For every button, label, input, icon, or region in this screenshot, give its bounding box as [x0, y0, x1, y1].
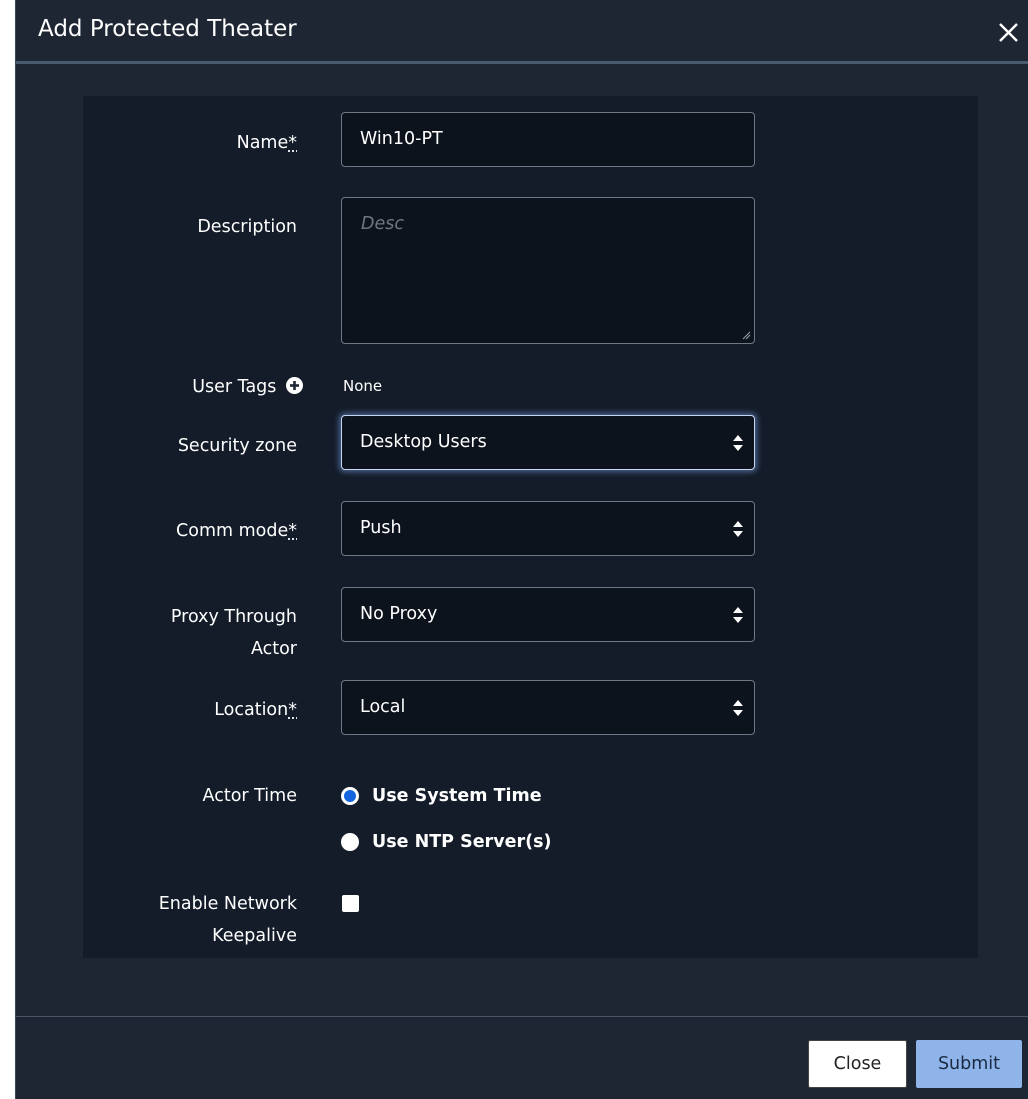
description-placeholder: Desc: [361, 214, 404, 234]
user-tags-label-text: User Tags: [192, 377, 277, 397]
radio-label-ntp: Use NTP Server(s): [372, 832, 552, 852]
submit-button[interactable]: Submit: [916, 1040, 1022, 1088]
proxy-label-line2: Actor: [250, 639, 297, 659]
add-protected-theater-dialog: Add Protected Theater Name* Win10-PT Des…: [15, 0, 1028, 1099]
required-marker: *: [288, 521, 297, 541]
proxy-through-actor-label: Proxy Through Actor: [16, 601, 297, 665]
comm-mode-select[interactable]: Push: [341, 501, 755, 556]
required-marker: *: [288, 700, 297, 720]
location-select[interactable]: Local: [341, 680, 755, 735]
plus-circle-icon[interactable]: [286, 377, 303, 394]
security-zone-value: Desktop Users: [360, 432, 487, 452]
comm-mode-label: Comm mode*: [16, 515, 297, 547]
select-arrows-icon: [733, 607, 743, 623]
comm-mode-value: Push: [360, 518, 402, 538]
radio-button-unchecked[interactable]: [341, 833, 359, 851]
user-tags-label: User Tags: [16, 371, 303, 403]
close-button[interactable]: Close: [808, 1040, 907, 1088]
radio-button-checked[interactable]: [341, 787, 359, 805]
user-tags-value: None: [343, 377, 383, 395]
select-arrows-icon: [733, 700, 743, 716]
comm-mode-label-text: Comm mode: [176, 521, 289, 541]
dialog-title: Add Protected Theater: [38, 16, 297, 42]
name-label-text: Name: [236, 133, 289, 153]
close-icon[interactable]: [995, 18, 1023, 46]
network-keepalive-label: Enable Network Keepalive: [16, 888, 297, 952]
required-marker: *: [288, 133, 297, 153]
network-keepalive-checkbox[interactable]: [342, 895, 359, 912]
resize-grip-icon[interactable]: [741, 330, 751, 340]
security-zone-label: Security zone: [177, 436, 297, 456]
description-textarea[interactable]: Desc: [341, 197, 755, 344]
proxy-through-actor-value: No Proxy: [360, 604, 438, 624]
location-value: Local: [360, 697, 406, 717]
keepalive-label-line1: Enable Network: [158, 894, 297, 914]
location-label: Location*: [16, 694, 297, 726]
select-arrows-icon: [733, 435, 743, 451]
name-input[interactable]: Win10-PT: [341, 112, 755, 167]
keepalive-label-line2: Keepalive: [212, 926, 297, 946]
location-label-text: Location: [214, 700, 289, 720]
actor-time-label: Actor Time: [202, 786, 297, 806]
name-label: Name*: [16, 127, 297, 159]
security-zone-select[interactable]: Desktop Users: [341, 415, 755, 470]
footer-divider: [16, 1016, 1028, 1017]
proxy-label-line1: Proxy Through: [170, 607, 297, 627]
radio-label-system-time: Use System Time: [372, 786, 542, 806]
description-label: Description: [197, 217, 297, 237]
select-arrows-icon: [733, 521, 743, 537]
proxy-through-actor-select[interactable]: No Proxy: [341, 587, 755, 642]
dialog-header: Add Protected Theater: [16, 0, 1028, 64]
